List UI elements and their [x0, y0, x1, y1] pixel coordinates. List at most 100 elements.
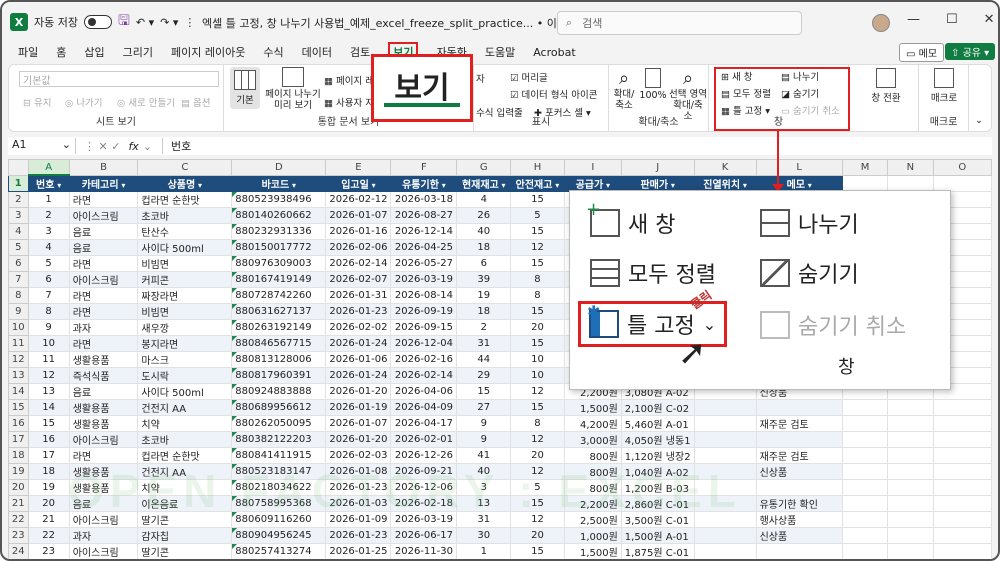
table-cell[interactable]: 2 — [27, 207, 70, 224]
table-cell[interactable]: 18 — [27, 463, 70, 480]
empty-cell[interactable] — [932, 463, 992, 480]
search-box[interactable]: ⌕ 검색 — [557, 11, 802, 35]
empty-cell[interactable] — [887, 399, 934, 416]
popup-unhide[interactable]: 숨기기 취소 — [760, 309, 906, 341]
table-cell[interactable]: 8 — [510, 287, 565, 304]
column-header-h[interactable]: H — [510, 159, 565, 176]
empty-cell[interactable] — [841, 543, 889, 559]
table-cell[interactable]: 7 — [27, 287, 70, 304]
table-cell[interactable]: 22 — [27, 527, 70, 544]
row-header[interactable]: 18 — [8, 447, 29, 464]
filter-dropdown-icon[interactable]: ▾ — [603, 181, 610, 190]
table-cell[interactable]: 2026-01-07 — [325, 415, 392, 432]
table-cell[interactable]: 16 — [27, 431, 70, 448]
table-cell[interactable]: 12 — [510, 431, 565, 448]
table-cell[interactable]: 1 — [456, 543, 512, 559]
table-cell[interactable]: 커피콘 — [137, 271, 233, 288]
table-cell[interactable]: 4,050원 냉동1 — [620, 431, 695, 448]
table-cell[interactable]: 880924883888 — [231, 383, 327, 400]
empty-cell[interactable] — [841, 463, 889, 480]
table-cell[interactable]: 4 — [27, 239, 70, 256]
popup-hide[interactable]: 숨기기 — [760, 257, 859, 289]
filter-dropdown-icon[interactable]: ▾ — [195, 181, 202, 190]
row-header[interactable]: 23 — [8, 527, 29, 544]
table-cell[interactable]: 27 — [456, 399, 512, 416]
table-cell[interactable]: 880167419149 — [231, 271, 327, 288]
minimize-button[interactable]: — — [907, 12, 920, 27]
table-cell[interactable]: 2026-04-17 — [390, 415, 458, 432]
table-cell[interactable]: 2026-02-14 — [325, 255, 392, 272]
table-cell[interactable]: 2026-12-26 — [390, 447, 458, 464]
empty-cell[interactable] — [887, 479, 934, 496]
table-cell[interactable]: 유통기한 확인 — [755, 495, 843, 512]
table-cell[interactable]: 17 — [27, 447, 70, 464]
normal-view-button[interactable]: 기본 — [230, 67, 260, 109]
table-cell[interactable]: 2026-06-17 — [390, 527, 458, 544]
empty-cell[interactable] — [932, 479, 992, 496]
table-cell[interactable]: 880813128006 — [231, 351, 327, 368]
table-cell[interactable]: 9 — [456, 431, 512, 448]
empty-cell[interactable] — [841, 479, 889, 496]
column-header-j[interactable]: J — [620, 159, 695, 176]
table-cell[interactable]: 880140260662 — [231, 207, 327, 224]
memo-button[interactable]: ▭ 메모 — [899, 43, 945, 62]
column-header-e[interactable]: E — [325, 159, 392, 176]
table-header-cell[interactable]: 번호 ▾ — [27, 174, 70, 192]
table-cell[interactable]: 15 — [510, 255, 565, 272]
tab-file[interactable]: 파일 — [18, 44, 38, 60]
filter-dropdown-icon[interactable]: ▾ — [369, 181, 376, 190]
table-cell[interactable]: 도시락 — [137, 367, 233, 384]
empty-cell[interactable] — [887, 447, 934, 464]
zoom-button[interactable]: ⌕ 확대/축소 — [611, 68, 637, 111]
table-cell[interactable]: 컵라면 순한맛 — [137, 191, 233, 208]
table-cell[interactable]: 880382122203 — [231, 431, 327, 448]
table-cell[interactable]: 880904956245 — [231, 527, 327, 544]
column-header-g[interactable]: G — [456, 159, 512, 176]
table-cell[interactable]: 880689956612 — [231, 399, 327, 416]
table-cell[interactable]: 신상품 — [755, 527, 843, 544]
autosave-toggle[interactable] — [83, 15, 112, 29]
row-header[interactable]: 7 — [8, 271, 29, 288]
avatar[interactable] — [872, 14, 890, 32]
data-format-checkbox[interactable]: ☑ 데이터 형식 아이콘 — [510, 87, 598, 101]
empty-cell[interactable] — [887, 543, 934, 559]
table-cell[interactable]: 아이스크림 — [68, 543, 139, 559]
table-cell[interactable]: 21 — [27, 511, 70, 528]
table-header-cell[interactable]: 카테고리 ▾ — [68, 174, 139, 192]
table-cell[interactable]: 생활용품 — [68, 399, 139, 416]
table-cell[interactable]: 아이스크림 — [68, 431, 139, 448]
table-cell[interactable]: 2026-01-16 — [325, 223, 392, 240]
switch-window-button[interactable]: 창 전환 — [869, 68, 903, 104]
table-cell[interactable]: 880232931336 — [231, 223, 327, 240]
empty-cell[interactable] — [887, 463, 934, 480]
popup-split[interactable]: 나누기 — [760, 207, 859, 239]
tab-data[interactable]: 데이터 — [302, 44, 332, 60]
formula-input[interactable]: 번호 — [162, 138, 191, 154]
filter-dropdown-icon[interactable]: ▾ — [499, 181, 506, 190]
table-cell[interactable]: 2026-01-07 — [325, 207, 392, 224]
table-cell[interactable]: 9 — [456, 415, 512, 432]
tab-draw[interactable]: 그리기 — [123, 44, 153, 60]
table-header-cell[interactable]: 바코드 ▾ — [231, 174, 327, 192]
table-cell[interactable]: 2026-02-12 — [325, 191, 392, 208]
column-header-n[interactable]: N — [887, 159, 934, 176]
table-cell[interactable]: 15 — [510, 543, 565, 559]
table-cell[interactable]: 음료 — [68, 223, 139, 240]
table-cell[interactable]: 음료 — [68, 383, 139, 400]
table-cell[interactable]: 2,100원 C-02 — [620, 399, 695, 416]
save-icon[interactable]: 🖫 — [118, 10, 130, 34]
table-cell[interactable]: 2026-02-07 — [325, 271, 392, 288]
empty-cell[interactable] — [932, 495, 992, 512]
table-cell[interactable]: 재주문 검토 — [755, 415, 843, 432]
table-cell[interactable]: 짜장라면 — [137, 287, 233, 304]
table-cell[interactable]: 41 — [456, 447, 512, 464]
table-cell[interactable]: 800원 — [563, 447, 622, 464]
table-cell[interactable]: 라면 — [68, 191, 139, 208]
row-header[interactable]: 24 — [8, 543, 29, 559]
row-header[interactable]: 10 — [8, 319, 29, 336]
table-cell[interactable]: 12 — [27, 367, 70, 384]
table-cell[interactable]: 비빔면 — [137, 303, 233, 320]
table-cell[interactable]: 13 — [27, 383, 70, 400]
popup-arrange-all[interactable]: 모두 정렬 — [590, 257, 716, 289]
empty-cell[interactable] — [887, 511, 934, 528]
